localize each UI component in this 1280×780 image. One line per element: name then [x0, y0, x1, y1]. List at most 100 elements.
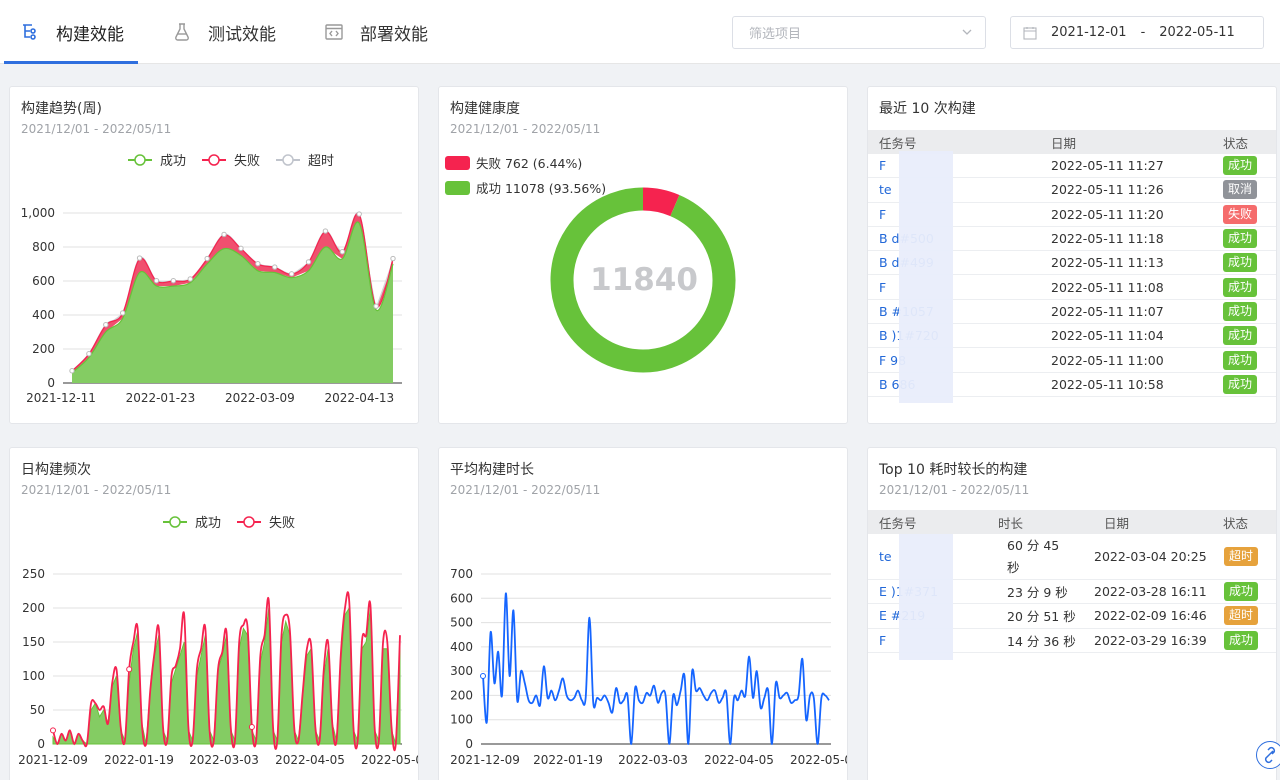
status-badge: 成功 — [1223, 277, 1258, 297]
task-link[interactable]: F — [879, 633, 886, 648]
tab-label: 构建效能 — [56, 24, 124, 45]
col-task: 任务号 — [879, 515, 917, 531]
tab-deploy-efficiency[interactable]: 部署效能 — [322, 0, 428, 64]
col-date: 日期 — [1104, 515, 1130, 531]
top-navigation: 构建效能 测试效能 部署效能 筛选项目 2021-12-01 - 2022-05… — [0, 0, 1280, 64]
data-point — [119, 310, 126, 316]
avg-duration-panel: 平均构建时长 2021/12/01 - 2022/05/11 0 100 200 30… — [438, 447, 848, 780]
recent-builds-panel: 最近 10 次构建 任务号 日期 状态 F 2022-05-11 11:27 成功 t… — [867, 86, 1277, 424]
tab-test-efficiency[interactable]: 测试效能 — [170, 0, 276, 64]
data-point — [356, 211, 362, 217]
legend-item: 超时 — [276, 154, 334, 169]
build-tree-icon — [18, 20, 42, 44]
build-duration: 14 分 36 秒 — [1007, 633, 1076, 649]
build-health-donut — [550, 187, 736, 373]
col-duration: 时长 — [998, 515, 1024, 531]
project-filter-placeholder: 筛选项目 — [749, 27, 802, 42]
x-tick-label: 2022-04-05 — [704, 753, 774, 767]
y-tick-label: 200 — [32, 342, 55, 356]
data-point — [305, 259, 312, 265]
chevron-down-icon — [961, 26, 973, 42]
build-date: 2022-03-29 16:39 — [1094, 632, 1207, 648]
legend-marker — [282, 154, 294, 166]
date-end[interactable]: 2022-05-11 — [1159, 25, 1235, 40]
y-tick-label: 500 — [450, 616, 473, 630]
build-date: 2022-05-11 11:08 — [1051, 279, 1164, 295]
build-date: 2022-05-11 11:07 — [1051, 303, 1164, 319]
status-badge: 成功 — [1223, 253, 1258, 273]
legend-marker — [243, 516, 255, 528]
data-point — [390, 255, 396, 262]
x-tick-label: 2021-12-11 — [26, 391, 96, 405]
status-badge: 成功 — [1223, 350, 1258, 370]
status-badge: 成功 — [1224, 630, 1259, 650]
donut-slice-失败 — [642, 187, 680, 217]
link-icon — [1264, 746, 1276, 764]
date-start[interactable]: 2021-12-01 — [1051, 25, 1127, 40]
line-duration — [482, 592, 830, 745]
status-badge: 成功 — [1223, 229, 1258, 249]
panel-title: Top 10 耗时较长的构建 — [879, 462, 1028, 478]
y-tick-label: 200 — [22, 601, 45, 615]
x-tick-label: 2022-05-0 — [361, 753, 419, 767]
status-badge: 超时 — [1224, 547, 1259, 566]
task-link[interactable]: F — [879, 207, 886, 222]
avg-duration-chart: 0 100 200 300 400 500 600 700 2021-12-09 2022-01-… — [450, 567, 848, 767]
flask-icon — [170, 20, 194, 44]
x-tick-label: 2022-04-05 — [275, 753, 345, 767]
data-point — [136, 255, 143, 261]
status-badge: 成功 — [1223, 374, 1258, 394]
daily-frequency-chart: 0 50 100 150 200 250 2021-12-09 2022-01-19 2022-… — [18, 516, 419, 767]
build-date: 2022-05-11 11:13 — [1051, 255, 1164, 271]
data-point — [86, 351, 92, 357]
data-point — [339, 249, 346, 255]
x-tick-label: 2022-04-13 — [324, 391, 394, 405]
status-badge-label: 成功 — [1223, 156, 1258, 176]
status-badge-label: 成功 — [1223, 374, 1258, 394]
legend-label: 失败 — [269, 516, 295, 531]
data-point — [221, 231, 227, 238]
status-badge-label: 成功 — [1223, 229, 1258, 249]
legend-item: 失败 — [202, 154, 260, 169]
status-badge-label: 成功 — [1224, 630, 1259, 650]
build-date: 2022-02-09 16:46 — [1094, 608, 1207, 624]
data-point — [103, 321, 109, 328]
build-trend-chart: 0 200 400 600 800 1,000 2021-12-11 2022-01-23 20… — [21, 154, 402, 405]
data-point — [170, 277, 177, 284]
y-tick-label: 1,000 — [21, 206, 55, 220]
x-tick-label: 2022-05-0 — [790, 753, 848, 767]
y-tick-label: 0 — [465, 737, 473, 751]
data-point — [248, 724, 255, 730]
data-point — [153, 277, 160, 284]
project-filter-select[interactable]: 筛选项目 — [732, 16, 986, 49]
col-status: 状态 — [1223, 515, 1249, 531]
date-range-picker[interactable]: 2021-12-01 - 2022-05-11 — [1010, 16, 1264, 49]
task-link[interactable]: F — [879, 280, 886, 295]
build-duration: 60 分 45 秒 — [1007, 537, 1060, 575]
legend-item: 失败 — [237, 516, 295, 531]
data-point — [69, 368, 75, 374]
code-window-icon — [322, 20, 346, 44]
col-date: 日期 — [1051, 135, 1077, 151]
task-link[interactable]: F — [879, 158, 886, 173]
status-badge-label: 超时 — [1224, 547, 1259, 566]
status-badge: 失败 — [1223, 204, 1258, 224]
build-date: 2022-05-11 11:20 — [1051, 206, 1164, 222]
y-tick-label: 100 — [450, 713, 473, 727]
link-float-button[interactable] — [1256, 741, 1280, 769]
status-badge: 取消 — [1223, 180, 1258, 200]
legend-marker — [134, 154, 146, 166]
y-tick-label: 200 — [450, 688, 473, 702]
y-tick-label: 400 — [450, 640, 473, 654]
build-date: 2022-05-11 10:58 — [1051, 376, 1164, 392]
col-task: 任务号 — [879, 135, 917, 151]
task-link[interactable]: te — [879, 549, 892, 564]
y-tick-label: 600 — [450, 591, 473, 605]
status-badge: 成功 — [1223, 156, 1258, 176]
data-point — [272, 264, 278, 270]
tab-build-efficiency[interactable]: 构建效能 — [4, 0, 138, 64]
y-tick-label: 50 — [30, 703, 45, 717]
task-link[interactable]: te — [879, 182, 892, 197]
tab-label: 部署效能 — [360, 24, 428, 45]
status-badge-label: 超时 — [1224, 606, 1259, 626]
